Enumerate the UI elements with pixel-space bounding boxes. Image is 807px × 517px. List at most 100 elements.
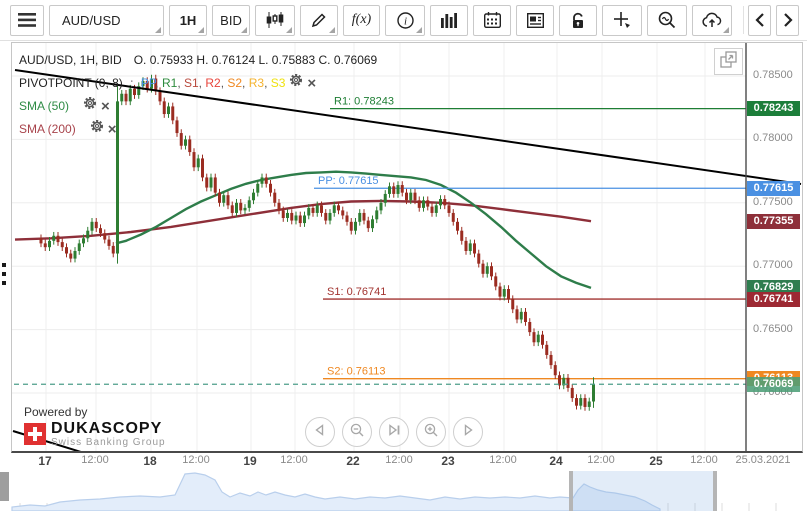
period-selector[interactable]: 1H <box>169 4 207 36</box>
detach-chart-button[interactable] <box>714 48 743 75</box>
ohlc-value: C. 0.76069 <box>318 53 381 67</box>
time-tick-day: 18 <box>143 454 157 468</box>
sma200-remove-icon[interactable]: × <box>108 122 117 137</box>
volume-bars-button[interactable] <box>430 4 468 36</box>
triangle-left-icon <box>314 423 326 441</box>
pivot-level-link-r3[interactable]: R3 <box>249 76 264 90</box>
cloud-upload-icon <box>702 12 722 28</box>
price-side-selector[interactable]: BID <box>212 4 250 36</box>
brand-subtitle: Swiss Banking Group <box>51 437 166 448</box>
news-button[interactable] <box>516 4 554 36</box>
time-tick-day: 17 <box>38 454 52 468</box>
navigator-scroll-thumb[interactable] <box>0 472 9 501</box>
chevron-left-icon <box>754 13 765 27</box>
ohlc-value: H. 0.76124 <box>196 53 259 67</box>
powered-by-text: Powered by <box>24 405 88 419</box>
hamburger-icon <box>18 13 36 27</box>
ohlc-value: L. 0.75883 <box>258 53 319 67</box>
sma50-legend-row: SMA (50) × <box>19 95 381 118</box>
unlock-icon <box>570 12 586 29</box>
crosshair-button[interactable] <box>602 4 642 36</box>
pivot-level-link-s2[interactable]: S2 <box>227 76 242 90</box>
scroll-right-button[interactable] <box>776 4 799 36</box>
pivot-separator: : <box>126 76 137 90</box>
pivot-line-label-s1: S1: 0.76741 <box>327 286 386 298</box>
calendar-icon <box>483 12 501 28</box>
pivot-line-label-s2: S2: 0.76113 <box>327 366 386 378</box>
chevron-right-icon <box>783 13 793 27</box>
pan-left-button[interactable] <box>305 417 335 447</box>
time-tick: 12:00 <box>280 454 308 466</box>
comma: , <box>264 76 271 90</box>
price-badge: 0.77615 <box>747 180 800 196</box>
sma50-remove-icon[interactable]: × <box>101 99 110 114</box>
price-badge: 0.77355 <box>747 213 800 229</box>
chart-legend: AUD/USD, 1H, BID O. 0.75933 H. 0.76124 L… <box>19 49 381 141</box>
price-axis-label: 0.77500 <box>753 195 793 208</box>
zoom-out-button[interactable] <box>342 417 372 447</box>
swiss-flag-logo <box>24 423 46 445</box>
comma: , <box>177 76 184 90</box>
chart-type-button[interactable] <box>255 4 295 36</box>
pivot-line-label-pp: PP: 0.77615 <box>318 175 379 187</box>
sma200-settings-gear-icon[interactable] <box>90 118 104 141</box>
pan-right-button[interactable] <box>453 417 483 447</box>
zoom-in-button[interactable] <box>416 417 446 447</box>
magnifier-plus-icon <box>424 423 438 442</box>
watermark: Powered by DUKASCOPY Swiss Banking Group <box>24 405 166 448</box>
price-axis-label: 0.76500 <box>753 322 793 335</box>
go-to-end-button[interactable] <box>379 417 409 447</box>
info-button[interactable]: i <box>385 4 425 36</box>
pivot-level-link-r2[interactable]: R2 <box>205 76 220 90</box>
pivot-level-link-s3[interactable]: S3 <box>271 76 286 90</box>
chart-area[interactable]: R1: 0.78243 PP: 0.77615 S1: 0.76741 S2: 0.7… <box>11 42 803 453</box>
indicators-button[interactable]: f(x) <box>343 4 380 36</box>
pivotpoint-legend-row: PIVOTPOINT (0, 8) : PP, R1, S1, R2, S2, … <box>19 72 381 95</box>
drawing-tools-button[interactable] <box>300 4 338 36</box>
time-tick: 12:00 <box>690 454 718 466</box>
time-tick: 12:00 <box>587 454 615 466</box>
price-badge: 0.76741 <box>747 291 800 307</box>
magnifier-chart-icon <box>658 11 676 29</box>
pivot-settings-gear-icon[interactable] <box>289 72 303 95</box>
pivotpoint-name: PIVOTPOINT (0, 8) <box>19 76 123 90</box>
time-tick: 12:00 <box>385 454 413 466</box>
candlestick-icon <box>266 12 284 28</box>
fx-label: f(x) <box>351 12 372 27</box>
time-tick: 12:00 <box>182 454 210 466</box>
calendar-button[interactable] <box>473 4 511 36</box>
skip-to-latest-icon <box>388 423 401 441</box>
pivot-level-link-r1[interactable]: R1 <box>162 76 177 90</box>
info-icon: i <box>396 11 414 29</box>
scroll-left-button[interactable] <box>748 4 771 36</box>
zoom-preview-button[interactable] <box>647 4 687 36</box>
comma: , <box>242 76 249 90</box>
toolbar: AUD/USD 1H BID f(x) i <box>0 0 807 41</box>
lock-button[interactable] <box>559 4 597 36</box>
sma200-legend-row: SMA (200) × <box>19 118 381 141</box>
cloud-save-button[interactable] <box>692 4 732 36</box>
pivot-remove-icon[interactable]: × <box>307 76 316 91</box>
navigator-selected-range[interactable] <box>571 471 715 511</box>
toolbar-separator <box>743 6 744 34</box>
price-badge: 0.78243 <box>747 101 800 117</box>
range-navigator[interactable] <box>0 471 807 512</box>
brand-name: DUKASCOPY <box>51 420 163 437</box>
instrument-selector[interactable]: AUD/USD <box>49 4 164 36</box>
price-axis[interactable]: 0.78500 0.78000 0.77500 0.77000 0.76500 0.760… <box>747 43 802 451</box>
pivot-level-link-pp[interactable]: PP <box>141 76 155 90</box>
time-tick: 12:00 <box>489 454 517 466</box>
navigator-left-handle[interactable] <box>569 471 573 511</box>
menu-button[interactable] <box>10 4 44 36</box>
price-badge: 0.76069 <box>747 376 800 392</box>
time-tick-day: 23 <box>441 454 455 468</box>
time-tick-day: 19 <box>243 454 257 468</box>
crosshair-icon <box>613 11 631 29</box>
sma50-settings-gear-icon[interactable] <box>83 95 97 118</box>
left-edge-drag-handle[interactable] <box>2 263 6 290</box>
pivot-level-link-s1[interactable]: S1 <box>184 76 199 90</box>
time-axis[interactable]: 17 12:00 18 12:00 19 12:00 22 12:00 23 12:00 24 12:… <box>0 451 807 470</box>
navigator-right-handle[interactable] <box>713 471 717 511</box>
ohlc-value: O. 0.75933 <box>133 53 197 67</box>
period-label: 1H <box>179 12 197 28</box>
